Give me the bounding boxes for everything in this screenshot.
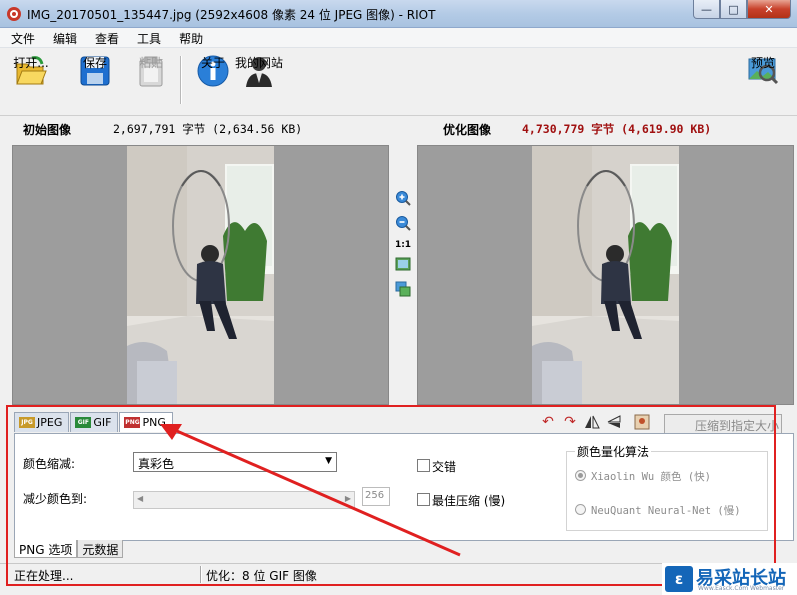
fit-image-icon[interactable]: [395, 256, 411, 272]
paste-label: 粘贴: [138, 56, 163, 70]
optimized-image-label: 优化图像: [443, 123, 492, 137]
optimized-size-value: 4,730,779 字节 (4,619.90 KB): [522, 122, 712, 136]
compress-to-size-button[interactable]: 压缩到指定大小: [664, 414, 782, 434]
best-compression-checkbox[interactable]: [417, 493, 430, 506]
tab-png-label: PNG: [142, 416, 166, 429]
reduce-colors-slider[interactable]: ◀ ▶: [133, 491, 355, 509]
zoom-in-icon[interactable]: [395, 190, 411, 206]
menu-file[interactable]: 文件: [0, 28, 42, 47]
rotate-right-icon[interactable]: ↷: [562, 414, 578, 430]
toolbar-separator: [180, 56, 182, 104]
open-label: 打开...: [13, 56, 49, 70]
maximize-icon: □: [728, 2, 739, 16]
toolbar: 打开... 保存 粘贴 关于 我的网站 预览: [0, 48, 797, 116]
tab-jpeg-label: JPEG: [37, 416, 63, 429]
compare-view-icon[interactable]: [395, 281, 411, 297]
minimize-icon: —: [701, 2, 712, 16]
status-processing: 正在处理...: [14, 569, 74, 583]
riot-app-icon: [7, 7, 21, 21]
quantization-group: 颜色量化算法 Xiaolin Wu 颜色 (快) NeuQuant Neural…: [566, 443, 768, 531]
image-info-bar: 初始图像 2,697,791 字节 (2,634.56 KB) 优化图像 4,7…: [0, 116, 797, 142]
dropdown-arrow-icon: ▼: [325, 456, 332, 466]
reduce-colors-value[interactable]: 256: [362, 487, 390, 506]
reduce-colors-label: 减少颜色到:: [23, 492, 88, 506]
save-button[interactable]: 保存: [78, 54, 112, 112]
png-options-panel: 颜色缩减: 真彩色 ▼ 减少颜色到: ◀ ▶ 256 交错 最佳压缩 (慢) 颜…: [14, 433, 794, 541]
tab-metadata[interactable]: 元数据: [77, 540, 124, 558]
about-label: 关于: [200, 56, 225, 70]
slider-right-arrow-icon: ▶: [344, 494, 351, 503]
image-adjust-icon[interactable]: [634, 414, 650, 430]
tab-gif-label: GIF: [93, 416, 112, 429]
quantization-title: 颜色量化算法: [575, 443, 652, 460]
minimize-button[interactable]: —: [693, 0, 720, 19]
gif-file-icon: GIF: [75, 417, 92, 428]
site-watermark: ε 易采站长站 Www.Easck.Com Webmaster: [662, 563, 797, 595]
tab-jpeg[interactable]: JPG JPEG: [14, 412, 70, 432]
preview-label: 预览: [750, 56, 775, 70]
flip-vertical-icon[interactable]: [606, 414, 622, 430]
original-image-label: 初始图像: [23, 123, 72, 137]
watermark-subtext: Www.Easck.Com Webmaster: [698, 585, 785, 592]
watermark-logo-icon: ε: [665, 566, 693, 592]
close-button[interactable]: ✕: [747, 0, 791, 19]
menu-bar: 文件 编辑 查看 工具 帮助: [0, 28, 797, 48]
xiaolin-radio[interactable]: [575, 470, 586, 481]
status-divider: [200, 566, 202, 583]
best-compression-label: 最佳压缩 (慢): [432, 494, 506, 508]
website-label: 我的网站: [235, 56, 284, 70]
about-button[interactable]: 关于: [196, 54, 230, 112]
actual-size-button[interactable]: 1:1: [393, 240, 413, 250]
menu-view[interactable]: 查看: [84, 28, 126, 47]
color-reduction-select[interactable]: 真彩色 ▼: [133, 452, 337, 472]
rotate-left-icon[interactable]: ↶: [540, 414, 556, 430]
save-label: 保存: [82, 56, 107, 70]
original-photo: [127, 146, 274, 404]
zoom-out-icon[interactable]: [395, 215, 411, 231]
color-reduction-value: 真彩色: [138, 457, 175, 471]
neuquant-radio[interactable]: [575, 504, 586, 515]
menu-tools[interactable]: 工具: [126, 28, 168, 47]
xiaolin-label: Xiaolin Wu 颜色 (快): [591, 471, 712, 483]
format-tabs: JPG JPEG GIF GIF PNG PNG: [14, 412, 174, 432]
interlaced-label: 交错: [432, 460, 457, 474]
color-reduction-label: 颜色缩减:: [23, 457, 76, 471]
transform-tools: ↶ ↷: [540, 414, 656, 430]
jpeg-file-icon: JPG: [19, 417, 35, 428]
tab-gif[interactable]: GIF GIF: [70, 412, 119, 432]
paste-button[interactable]: 粘贴: [134, 54, 168, 112]
png-file-icon: PNG: [124, 417, 141, 428]
status-optimization: 优化：8 位 GIF 图像: [206, 569, 317, 583]
close-icon: ✕: [764, 2, 774, 16]
open-button[interactable]: 打开...: [13, 54, 49, 112]
zoom-tools: 1:1: [393, 190, 413, 306]
tab-png-options[interactable]: PNG 选项: [14, 540, 78, 558]
original-image-pane[interactable]: [12, 145, 389, 405]
flip-horizontal-icon[interactable]: [584, 414, 600, 430]
slider-left-arrow-icon: ◀: [137, 494, 144, 503]
interlaced-checkbox[interactable]: [417, 459, 430, 472]
website-button[interactable]: 我的网站: [235, 54, 283, 112]
preview-button[interactable]: 预览: [746, 54, 780, 112]
optimized-photo: [532, 146, 679, 404]
tab-png[interactable]: PNG PNG: [119, 412, 173, 432]
menu-help[interactable]: 帮助: [168, 28, 210, 47]
window-title: IMG_20170501_135447.jpg (2592x4608 像素 24…: [27, 8, 436, 22]
title-bar: IMG_20170501_135447.jpg (2592x4608 像素 24…: [0, 0, 797, 28]
options-sub-tabs: PNG 选项 元数据: [14, 540, 124, 558]
neuquant-label: NeuQuant Neural-Net (慢): [591, 505, 741, 517]
original-size-value: 2,697,791 字节 (2,634.56 KB): [113, 122, 303, 136]
maximize-button[interactable]: □: [720, 0, 747, 19]
optimized-image-pane[interactable]: [417, 145, 794, 405]
menu-edit[interactable]: 编辑: [42, 28, 84, 47]
